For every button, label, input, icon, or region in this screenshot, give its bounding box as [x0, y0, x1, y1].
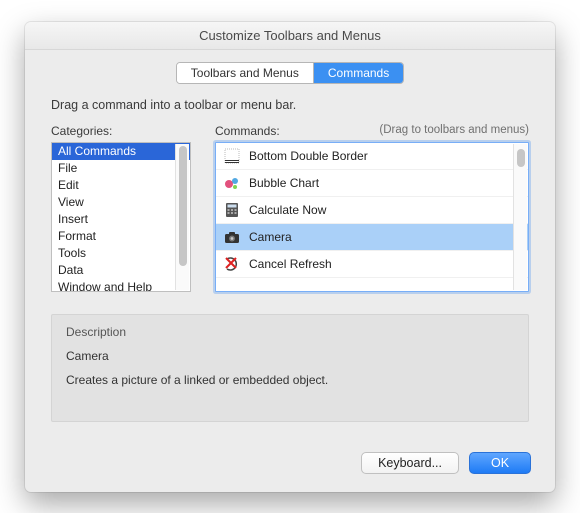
command-item[interactable]: Bubble Chart — [216, 170, 528, 197]
scrollbar-thumb[interactable] — [517, 149, 525, 167]
drag-hint: (Drag to toolbars and menus) — [379, 124, 529, 138]
category-item[interactable]: Format — [52, 228, 190, 245]
dialog-footer: Keyboard... OK — [25, 438, 555, 492]
category-item[interactable]: All Commands — [52, 143, 190, 160]
category-item[interactable]: Edit — [52, 177, 190, 194]
categories-listbox[interactable]: All Commands File Edit View Insert Forma… — [51, 142, 191, 292]
instruction-text: Drag a command into a toolbar or menu ba… — [25, 94, 555, 124]
commands-scrollbar[interactable] — [513, 144, 527, 290]
command-item-camera[interactable]: Camera — [216, 224, 528, 251]
tab-toolbars-and-menus[interactable]: Toolbars and Menus — [177, 63, 314, 83]
commands-label: Commands: — [215, 124, 280, 138]
command-item[interactable]: Calculate Now — [216, 197, 528, 224]
description-body: Creates a picture of a linked or embedde… — [66, 373, 514, 387]
calculate-now-icon — [224, 202, 240, 218]
cancel-refresh-icon — [224, 256, 240, 272]
window-title: Customize Toolbars and Menus — [25, 22, 555, 50]
commands-listbox[interactable]: Bottom Double Border Bubble Chart — [215, 142, 529, 292]
category-item[interactable]: Window and Help — [52, 279, 190, 292]
tab-bar: Toolbars and Menus Commands — [25, 50, 555, 94]
command-label: Bottom Double Border — [249, 149, 368, 163]
tab-commands[interactable]: Commands — [314, 63, 403, 83]
categories-scrollbar[interactable] — [175, 144, 189, 290]
description-panel: Description Camera Creates a picture of … — [51, 314, 529, 422]
category-item[interactable]: Data — [52, 262, 190, 279]
command-label: Cancel Refresh — [249, 257, 332, 271]
description-name: Camera — [66, 349, 514, 363]
scrollbar-thumb[interactable] — [179, 146, 187, 266]
command-label: Camera — [249, 230, 292, 244]
command-label: Calculate Now — [249, 203, 326, 217]
keyboard-button[interactable]: Keyboard... — [361, 452, 459, 474]
bottom-double-border-icon — [224, 148, 240, 164]
customize-dialog: Customize Toolbars and Menus Toolbars an… — [25, 22, 555, 492]
camera-icon — [224, 229, 240, 245]
bubble-chart-icon — [224, 175, 240, 191]
categories-label: Categories: — [51, 124, 112, 138]
command-item[interactable]: Cancel Refresh — [216, 251, 528, 278]
tab-segmented-control: Toolbars and Menus Commands — [176, 62, 404, 84]
description-heading: Description — [66, 325, 514, 339]
ok-button[interactable]: OK — [469, 452, 531, 474]
command-label: Bubble Chart — [249, 176, 319, 190]
category-item[interactable]: File — [52, 160, 190, 177]
category-item[interactable]: View — [52, 194, 190, 211]
category-item[interactable]: Tools — [52, 245, 190, 262]
category-item[interactable]: Insert — [52, 211, 190, 228]
command-item[interactable]: Bottom Double Border — [216, 143, 528, 170]
